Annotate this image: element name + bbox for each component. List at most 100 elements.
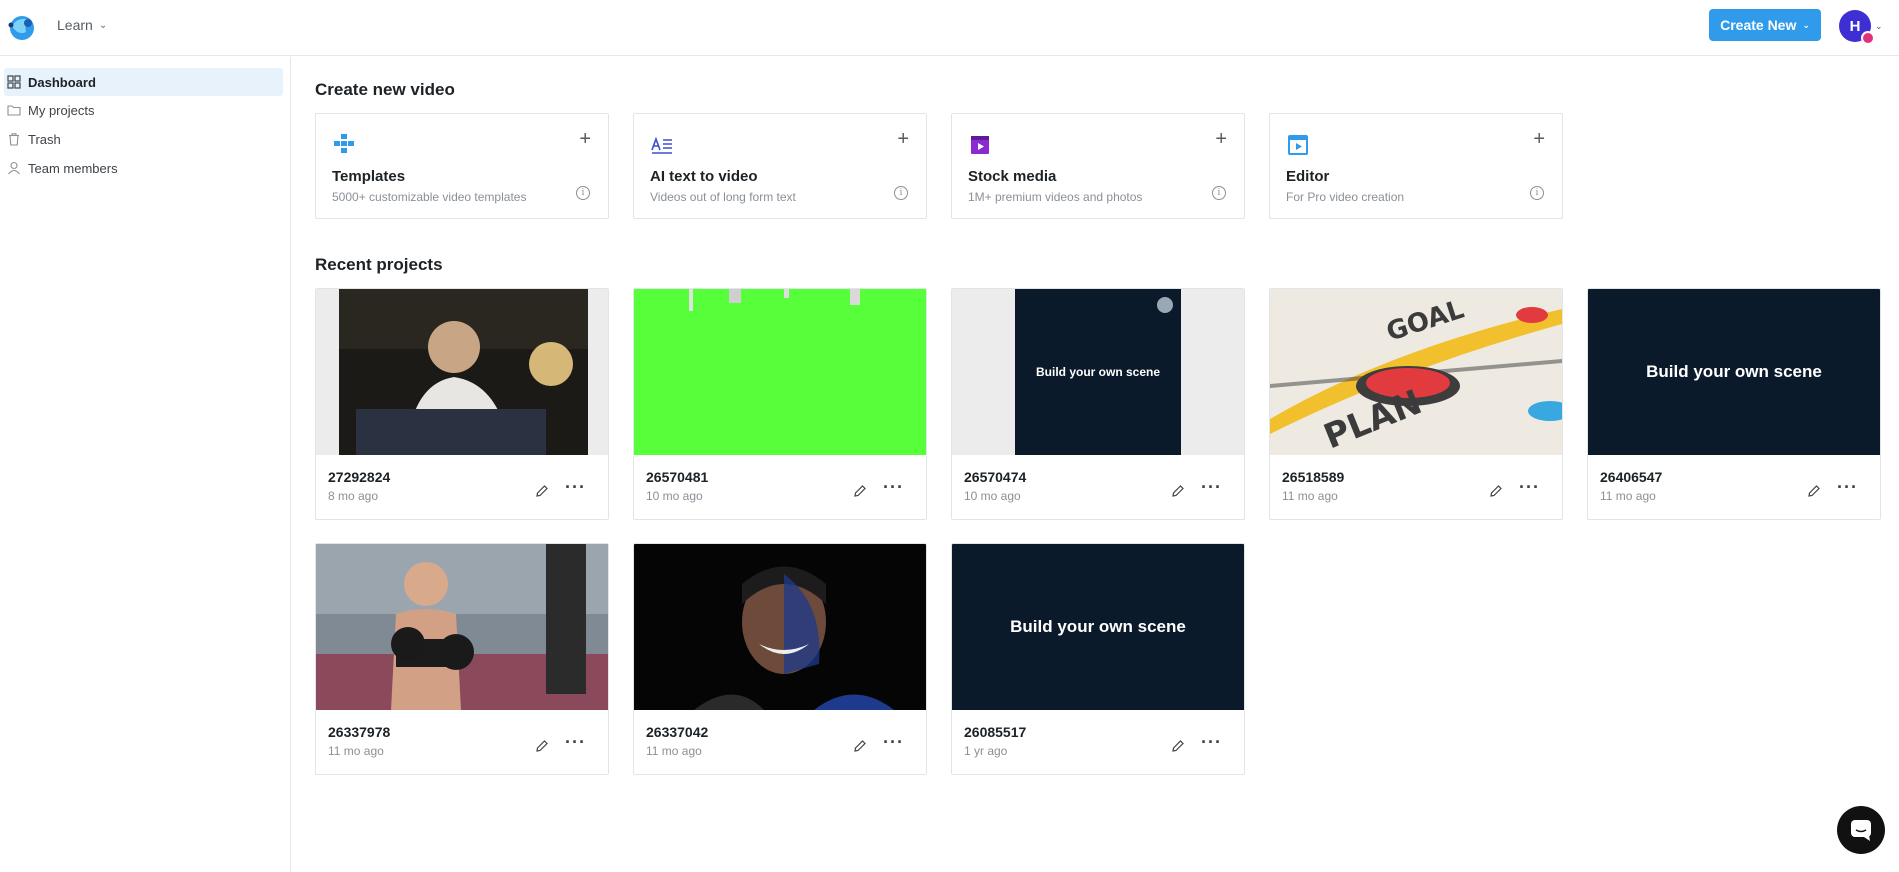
badge-icon [1157, 297, 1173, 313]
pencil-icon[interactable] [1489, 484, 1503, 498]
editor-icon [1288, 135, 1308, 155]
chevron-down-icon: ⌄ [1802, 19, 1810, 30]
sidebar-item-label: Trash [28, 131, 61, 147]
learn-label: Learn [57, 17, 93, 33]
card-subtitle: Videos out of long form text [650, 190, 796, 204]
project-card-26337978[interactable]: 26337978 11 mo ago ··· [315, 543, 609, 775]
sidebar: Dashboard My projects Trash Team members [0, 57, 291, 872]
more-options-icon[interactable]: ··· [1837, 478, 1858, 496]
chevron-down-icon: ⌄ [98, 19, 108, 31]
more-options-icon[interactable]: ··· [883, 478, 904, 496]
avatar-initial: H [1849, 17, 1861, 35]
app-logo-icon[interactable] [6, 12, 38, 42]
sidebar-item-my-projects[interactable]: My projects [4, 96, 283, 124]
create-new-button[interactable]: Create New ⌄ [1709, 9, 1821, 41]
pencil-icon[interactable] [535, 739, 549, 753]
project-thumbnail[interactable]: Build your own scene [1588, 289, 1880, 455]
project-thumbnail[interactable] [316, 544, 608, 710]
card-templates[interactable]: + Templates 5000+ customizable video tem… [315, 113, 609, 219]
card-subtitle: 5000+ customizable video templates [332, 190, 527, 204]
create-new-label: Create New [1720, 17, 1797, 33]
account-menu[interactable]: H ⌄ [1839, 9, 1889, 45]
plus-icon[interactable]: + [1215, 128, 1227, 151]
card-editor[interactable]: + Editor For Pro video creation i [1269, 113, 1563, 219]
project-thumbnail[interactable] [634, 544, 926, 710]
sidebar-item-trash[interactable]: Trash [4, 125, 283, 153]
project-id: 26406547 [1600, 469, 1663, 485]
info-icon[interactable]: i [1530, 186, 1544, 200]
card-title: AI text to video [650, 168, 758, 185]
card-title: Templates [332, 168, 406, 185]
project-age: 11 mo ago [1600, 489, 1656, 503]
pencil-icon[interactable] [1807, 484, 1821, 498]
project-age: 10 mo ago [964, 489, 1021, 503]
card-title: Editor [1286, 168, 1330, 185]
project-thumbnail[interactable]: GOAL PLAN [1270, 289, 1562, 455]
crown-badge-icon [1861, 31, 1875, 45]
chat-launcher-button[interactable] [1837, 806, 1885, 854]
more-options-icon[interactable]: ··· [1201, 478, 1222, 496]
project-thumbnail[interactable]: Build your own scene [952, 289, 1244, 455]
project-id: 26518589 [1282, 469, 1345, 485]
plus-icon[interactable]: + [1533, 128, 1545, 151]
top-bar: Learn ⌄ Create New ⌄ H ⌄ [0, 0, 1899, 56]
plus-icon[interactable]: + [579, 128, 591, 151]
templates-icon [334, 134, 354, 153]
info-icon[interactable]: i [894, 186, 908, 200]
thumbnail-text: Build your own scene [1035, 365, 1161, 379]
project-card-26337042[interactable]: 26337042 11 mo ago ··· [633, 543, 927, 775]
card-ai-text-to-video[interactable]: + AI text to video Videos out of long fo… [633, 113, 927, 219]
recent-section-heading: Recent projects [315, 255, 443, 274]
folder-icon [7, 105, 21, 116]
trash-icon [9, 133, 19, 146]
more-options-icon[interactable]: ··· [1201, 733, 1222, 751]
project-card-26570474[interactable]: Build your own scene 26570474 10 mo ago … [951, 288, 1245, 520]
more-options-icon[interactable]: ··· [565, 478, 586, 496]
thumbnail-text: Build your own scene [1010, 617, 1186, 636]
card-subtitle: For Pro video creation [1286, 190, 1405, 204]
more-options-icon[interactable]: ··· [883, 733, 904, 751]
sidebar-item-label: Dashboard [28, 74, 96, 90]
avatar[interactable]: H [1839, 10, 1875, 45]
project-card-26570481[interactable]: 26570481 10 mo ago ··· [633, 288, 927, 520]
sidebar-item-team-members[interactable]: Team members [4, 154, 283, 182]
pencil-icon[interactable] [853, 484, 867, 498]
grid-icon [7, 75, 21, 89]
plus-icon[interactable]: + [897, 128, 909, 151]
project-id: 27292824 [328, 469, 391, 485]
project-id: 26337978 [328, 724, 391, 740]
more-options-icon[interactable]: ··· [565, 733, 586, 751]
create-section-heading: Create new video [315, 80, 455, 99]
project-card-26406547[interactable]: Build your own scene 26406547 11 mo ago … [1587, 288, 1881, 520]
stock-media-icon [971, 136, 989, 154]
project-card-26085517[interactable]: Build your own scene 26085517 1 yr ago ·… [951, 543, 1245, 775]
pencil-icon[interactable] [1171, 739, 1185, 753]
learn-menu[interactable]: Learn ⌄ [57, 17, 107, 33]
project-card-26518589[interactable]: GOAL PLAN 26518589 11 mo ago ··· [1269, 288, 1563, 520]
project-thumbnail[interactable] [634, 289, 926, 455]
info-icon[interactable]: i [576, 186, 590, 200]
project-age: 8 mo ago [328, 489, 379, 503]
pencil-icon[interactable] [535, 484, 549, 498]
card-title: Stock media [968, 168, 1057, 185]
user-icon [8, 161, 20, 175]
sidebar-item-dashboard[interactable]: Dashboard [4, 68, 283, 96]
card-stock-media[interactable]: + Stock media 1M+ premium videos and pho… [951, 113, 1245, 219]
sidebar-item-label: Team members [28, 160, 118, 176]
chat-icon [1851, 820, 1871, 841]
project-card-27292824[interactable]: 27292824 8 mo ago ··· [315, 288, 609, 520]
thumbnail-text: Build your own scene [1646, 362, 1822, 381]
project-age: 1 yr ago [964, 744, 1008, 758]
project-id: 26085517 [964, 724, 1027, 740]
chevron-down-icon: ⌄ [1875, 20, 1883, 31]
pencil-icon[interactable] [1171, 484, 1185, 498]
project-age: 11 mo ago [1282, 489, 1338, 503]
sidebar-item-label: My projects [28, 102, 95, 118]
card-subtitle: 1M+ premium videos and photos [968, 190, 1143, 204]
project-id: 26570481 [646, 469, 709, 485]
project-thumbnail[interactable] [316, 289, 608, 455]
info-icon[interactable]: i [1212, 186, 1226, 200]
more-options-icon[interactable]: ··· [1519, 478, 1540, 496]
pencil-icon[interactable] [853, 739, 867, 753]
project-thumbnail[interactable]: Build your own scene [952, 544, 1244, 710]
